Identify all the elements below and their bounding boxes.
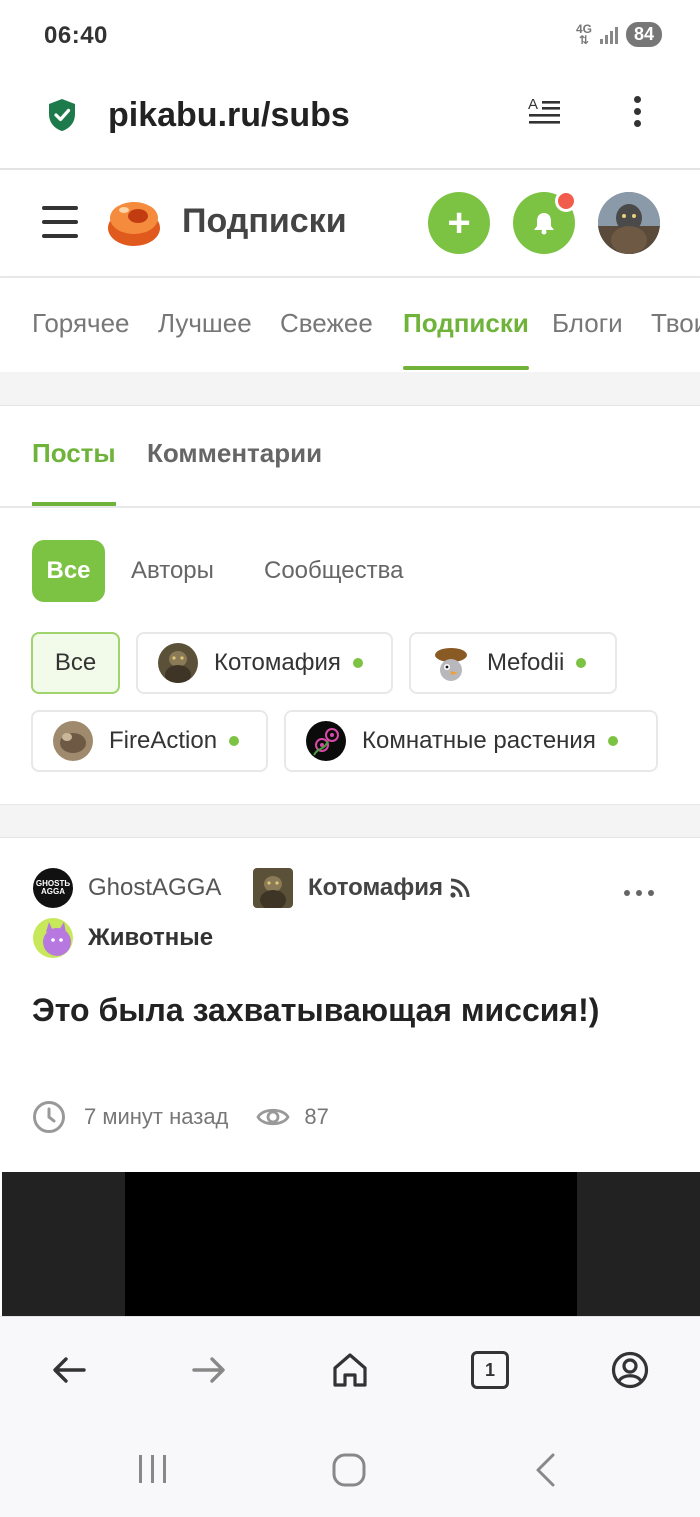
- chip-label: Все: [54, 649, 97, 676]
- nav-active-indicator: [403, 366, 529, 370]
- reader-mode-icon[interactable]: A: [528, 96, 562, 130]
- system-back-icon[interactable]: [533, 1452, 557, 1488]
- community-avatar[interactable]: [253, 868, 293, 908]
- more-vertical-icon[interactable]: [626, 96, 648, 132]
- post-community[interactable]: Котомафия: [308, 874, 443, 902]
- rss-icon: [450, 878, 470, 898]
- home-circle-icon[interactable]: [331, 1452, 367, 1488]
- chip-kotomafia[interactable]: Котомафия: [136, 632, 393, 694]
- segment-all-button[interactable]: Все: [32, 540, 105, 602]
- status-bar: 06:40 4G ⇅ 84: [0, 0, 700, 72]
- post-media[interactable]: [2, 1172, 700, 1316]
- community-avatar: [306, 721, 346, 761]
- forward-arrow-icon[interactable]: [190, 1351, 228, 1389]
- home-icon[interactable]: [331, 1351, 369, 1389]
- nav-blogs[interactable]: Блоги: [552, 308, 623, 339]
- add-post-button[interactable]: +: [428, 192, 490, 254]
- chip-fireaction[interactable]: FireAction: [31, 710, 268, 772]
- author-avatar: [53, 721, 93, 761]
- tabs-button[interactable]: 1: [471, 1351, 509, 1389]
- signal-icon: [599, 26, 618, 44]
- new-posts-dot: [229, 736, 240, 746]
- battery-indicator: 84: [625, 22, 662, 47]
- content-tabs: Посты Комментарии: [0, 406, 700, 508]
- url-field[interactable]: pikabu.ru/subs: [108, 96, 350, 135]
- tab-comments[interactable]: Комментарии: [147, 438, 322, 469]
- clock-icon: [33, 1101, 65, 1133]
- section-divider: [0, 804, 700, 838]
- segment-communities-button[interactable]: Сообщества: [264, 557, 403, 585]
- system-navigation: [0, 1422, 700, 1517]
- community-avatar: [158, 643, 198, 683]
- svg-text:A: A: [528, 96, 538, 113]
- notification-badge: [555, 190, 577, 212]
- chip-label: FireAction: [109, 727, 218, 754]
- nav-yours[interactable]: Твои: [651, 308, 700, 339]
- chip-label: Mefodii: [487, 649, 565, 676]
- post-meta: 7 минут назад 87: [32, 1100, 329, 1134]
- network-indicator: 4G ⇅: [575, 21, 592, 47]
- main-navigation: Горячее Лучшее Свежее Подписки Блоги Тво…: [0, 278, 700, 372]
- network-type: 4G: [575, 21, 592, 36]
- browser-toolbar: 1: [0, 1316, 700, 1422]
- browser-url-bar: pikabu.ru/subs A: [0, 72, 700, 170]
- nav-hot[interactable]: Горячее: [32, 308, 130, 339]
- new-posts-dot: [352, 658, 363, 668]
- shield-check-icon[interactable]: [48, 98, 76, 132]
- site-header: Подписки +: [0, 170, 700, 278]
- bell-icon: [534, 213, 554, 235]
- new-posts-dot: [576, 658, 587, 668]
- recent-apps-icon[interactable]: [137, 1452, 169, 1486]
- tab-active-indicator: [32, 502, 116, 506]
- tag-avatar[interactable]: [33, 918, 73, 958]
- post-tag[interactable]: Животные: [88, 924, 213, 952]
- status-time: 06:40: [44, 22, 108, 49]
- post-title[interactable]: Это была захватывающая миссия!): [32, 992, 599, 1029]
- eye-icon: [256, 1108, 291, 1126]
- chip-houseplants[interactable]: Комнатные растения: [284, 710, 658, 772]
- post-author[interactable]: GhostAGGA: [88, 874, 221, 902]
- post-views: 87: [304, 1104, 329, 1129]
- page-title: Подписки: [182, 202, 347, 240]
- chip-all[interactable]: Все: [31, 632, 120, 694]
- menu-icon[interactable]: [42, 206, 78, 238]
- author-avatar[interactable]: GHOSTЬ AGGA: [33, 868, 73, 908]
- segment-authors-button[interactable]: Авторы: [131, 557, 214, 585]
- account-icon[interactable]: [611, 1351, 649, 1389]
- status-indicators: 4G ⇅ 84: [576, 22, 662, 47]
- plus-icon: +: [447, 201, 471, 245]
- post-time: 7 минут назад: [84, 1104, 229, 1129]
- user-avatar[interactable]: [598, 192, 660, 254]
- new-posts-dot: [607, 736, 618, 746]
- tab-posts[interactable]: Посты: [32, 438, 116, 469]
- back-arrow-icon[interactable]: [50, 1351, 88, 1389]
- post-card: GHOSTЬ AGGA GhostAGGA Котомафия Животные…: [0, 838, 700, 1316]
- more-horizontal-icon[interactable]: [624, 890, 654, 896]
- section-divider: [0, 372, 700, 406]
- chip-label: Комнатные растения: [362, 727, 596, 754]
- nav-fresh[interactable]: Свежее: [280, 308, 373, 339]
- chip-label: Котомафия: [214, 649, 341, 676]
- pikabu-logo[interactable]: [106, 196, 162, 248]
- video-frame: [125, 1172, 577, 1316]
- nav-best[interactable]: Лучшее: [158, 308, 252, 339]
- nav-subscriptions[interactable]: Подписки: [403, 308, 529, 339]
- subscription-filters: Все Авторы Сообщества Все Котомафия Mefo…: [0, 508, 700, 804]
- author-avatar: [431, 643, 471, 683]
- chip-mefodii[interactable]: Mefodii: [409, 632, 617, 694]
